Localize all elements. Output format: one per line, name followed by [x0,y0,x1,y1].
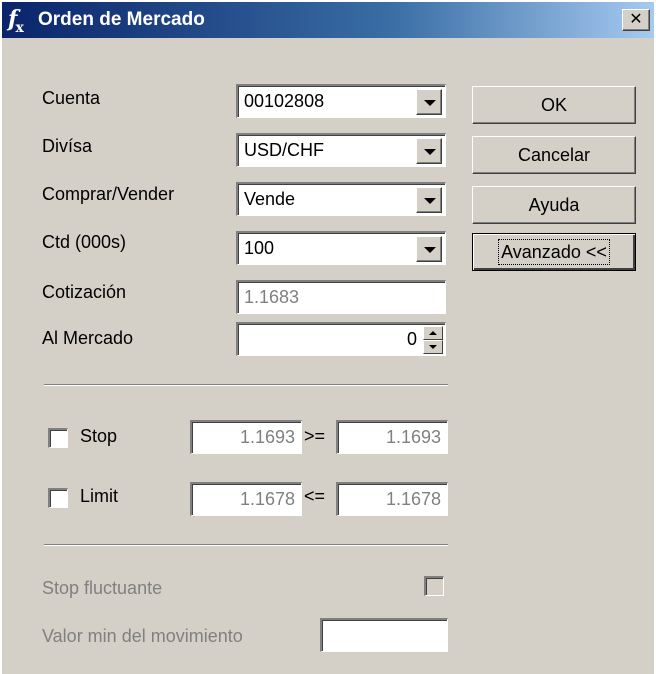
limit-price-field: 1.1678 [336,482,448,516]
close-icon: ✕ [629,11,643,28]
stop-price-field: 1.1693 [336,420,448,454]
al-mercado-input[interactable]: 0 [236,322,446,356]
comprar-vender-value: Vende [244,189,296,209]
spin-up-icon[interactable] [423,326,443,340]
title-bar: fx Orden de Mercado ✕ [2,2,654,38]
chevron-down-icon[interactable] [416,89,442,115]
separator-bottom [44,544,448,546]
limit-rate-field: 1.1678 [190,482,302,516]
valor-min-input[interactable] [320,618,448,652]
chevron-down-icon[interactable] [416,187,442,213]
fx-icon: fx [8,6,24,36]
stop-fluctuante-checkbox[interactable] [424,576,444,596]
cuenta-dropdown[interactable]: 00102808 [236,84,446,118]
avanzado-button[interactable]: Avanzado << [472,233,636,271]
cuenta-value: 00102808 [244,91,325,111]
limit-left-value: 1.1678 [239,489,295,509]
stop-right-value: 1.1693 [385,427,441,447]
limit-operator: <= [304,486,326,506]
close-button[interactable]: ✕ [622,9,650,31]
divisa-dropdown[interactable]: USD/CHF [236,133,446,167]
divisa-value: USD/CHF [244,140,324,160]
window-title: Orden de Mercado [38,9,205,30]
order-dialog: fx Orden de Mercado ✕ Cuenta 00102808 Di… [0,0,654,674]
stop-checkbox[interactable] [48,428,68,448]
divisa-label: Divísa [42,136,93,156]
cotizacion-value: 1.1683 [244,287,300,307]
stop-fluctuante-label: Stop fluctuante [42,578,163,598]
ok-button[interactable]: OK [472,86,636,124]
limit-label: Limit [80,486,119,506]
valor-min-label: Valor min del movimiento [42,626,243,646]
ayuda-button[interactable]: Ayuda [472,186,636,224]
stop-left-value: 1.1693 [239,427,295,447]
stop-rate-field: 1.1693 [190,420,302,454]
separator-top [44,384,448,386]
cotizacion-field: 1.1683 [236,280,446,314]
avanzado-label: Avanzado << [498,239,610,265]
ctd-value: 100 [244,238,275,258]
stop-label: Stop [80,426,118,446]
cotizacion-label: Cotización [42,282,127,302]
ctd-dropdown[interactable]: 100 [236,231,446,265]
comprar-vender-label: Comprar/Vender [42,184,175,204]
spin-down-icon[interactable] [423,340,443,354]
cancelar-button[interactable]: Cancelar [472,136,636,174]
al-mercado-label: Al Mercado [42,328,134,348]
chevron-down-icon[interactable] [416,236,442,262]
limit-checkbox[interactable] [48,488,68,508]
stop-operator: >= [304,426,326,446]
ctd-label: Ctd (000s) [42,232,127,252]
comprar-vender-dropdown[interactable]: Vende [236,182,446,216]
cuenta-label: Cuenta [42,88,101,108]
al-mercado-value: 0 [406,329,417,349]
limit-right-value: 1.1678 [385,489,441,509]
chevron-down-icon[interactable] [416,138,442,164]
al-mercado-spinner[interactable] [423,326,443,354]
